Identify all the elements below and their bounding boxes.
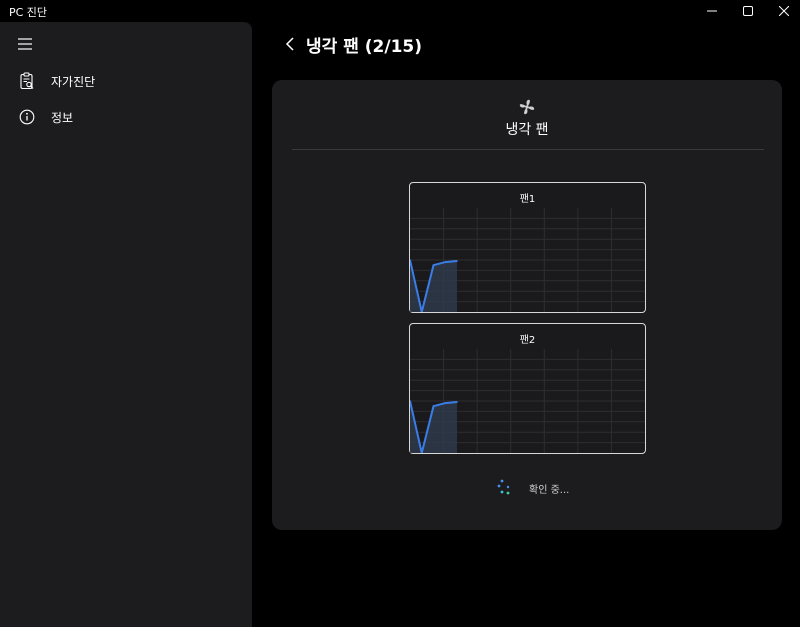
minimize-button[interactable] — [692, 0, 732, 22]
page-title: 냉각 팬 (2/15) — [306, 37, 422, 57]
loading-spinner-icon — [497, 479, 510, 495]
sidebar-item-label: 자가진단 — [51, 74, 96, 89]
divider — [292, 149, 764, 150]
sidebar-item-info[interactable]: 정보 — [8, 101, 244, 133]
fan1-chart: 팬1 — [409, 182, 646, 313]
sidebar-item-self-diagnosis[interactable]: 자가진단 — [8, 65, 244, 97]
diagnosis-card: 냉각 팬 팬1 팬2 확인 중... — [272, 80, 782, 530]
back-button[interactable] — [280, 33, 300, 55]
fan2-chart-title: 팬2 — [519, 335, 536, 346]
menu-toggle-button[interactable] — [12, 32, 38, 56]
data-point — [432, 405, 435, 407]
close-button[interactable] — [764, 0, 800, 22]
chevron-left-icon — [285, 37, 294, 51]
card-title: 냉각 팬 — [505, 122, 549, 138]
fan-icon — [519, 99, 535, 115]
sidebar-item-label: 정보 — [51, 110, 74, 125]
status-row: 확인 중... — [272, 478, 782, 498]
data-point — [444, 402, 447, 404]
maximize-button[interactable] — [728, 0, 768, 22]
maximize-icon — [743, 6, 753, 16]
data-point — [444, 261, 447, 263]
sidebar: 자가진단 정보 — [0, 22, 252, 627]
data-point — [456, 260, 458, 262]
data-point — [432, 264, 435, 266]
title-bar: PC 진단 — [0, 0, 800, 22]
hamburger-icon — [18, 38, 32, 50]
minimize-icon — [707, 10, 717, 12]
info-icon — [17, 107, 37, 127]
app-title: PC 진단 — [9, 6, 48, 19]
data-point — [456, 401, 458, 403]
close-icon — [779, 6, 789, 16]
fan1-chart-title: 팬1 — [519, 194, 536, 205]
status-text: 확인 중... — [529, 485, 570, 496]
fan2-chart: 팬2 — [409, 323, 646, 454]
clipboard-search-icon — [17, 71, 37, 91]
